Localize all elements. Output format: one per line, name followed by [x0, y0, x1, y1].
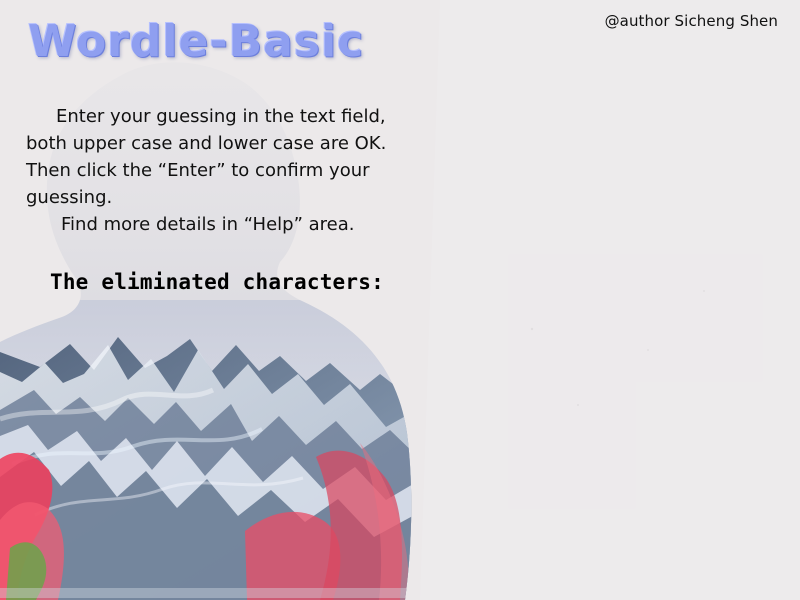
instructions-paragraph-help: Find more details in “Help” area. [61, 214, 355, 235]
eliminated-characters-label: The eliminated characters: [50, 270, 384, 294]
eliminated-characters-display [386, 270, 766, 300]
silhouette-mountain-background-image [0, 0, 800, 600]
app-title: Wordle-Basic [28, 16, 365, 67]
instructions-paragraph-guessing: Enter your guessing in the text field, b… [26, 106, 387, 208]
wordle-main-window: @author Sicheng Shen Wordle-Basic Enter … [0, 0, 800, 600]
instructions-panel: Enter your guessing in the text field, b… [26, 103, 421, 238]
author-credit: @author Sicheng Shen [604, 12, 778, 30]
